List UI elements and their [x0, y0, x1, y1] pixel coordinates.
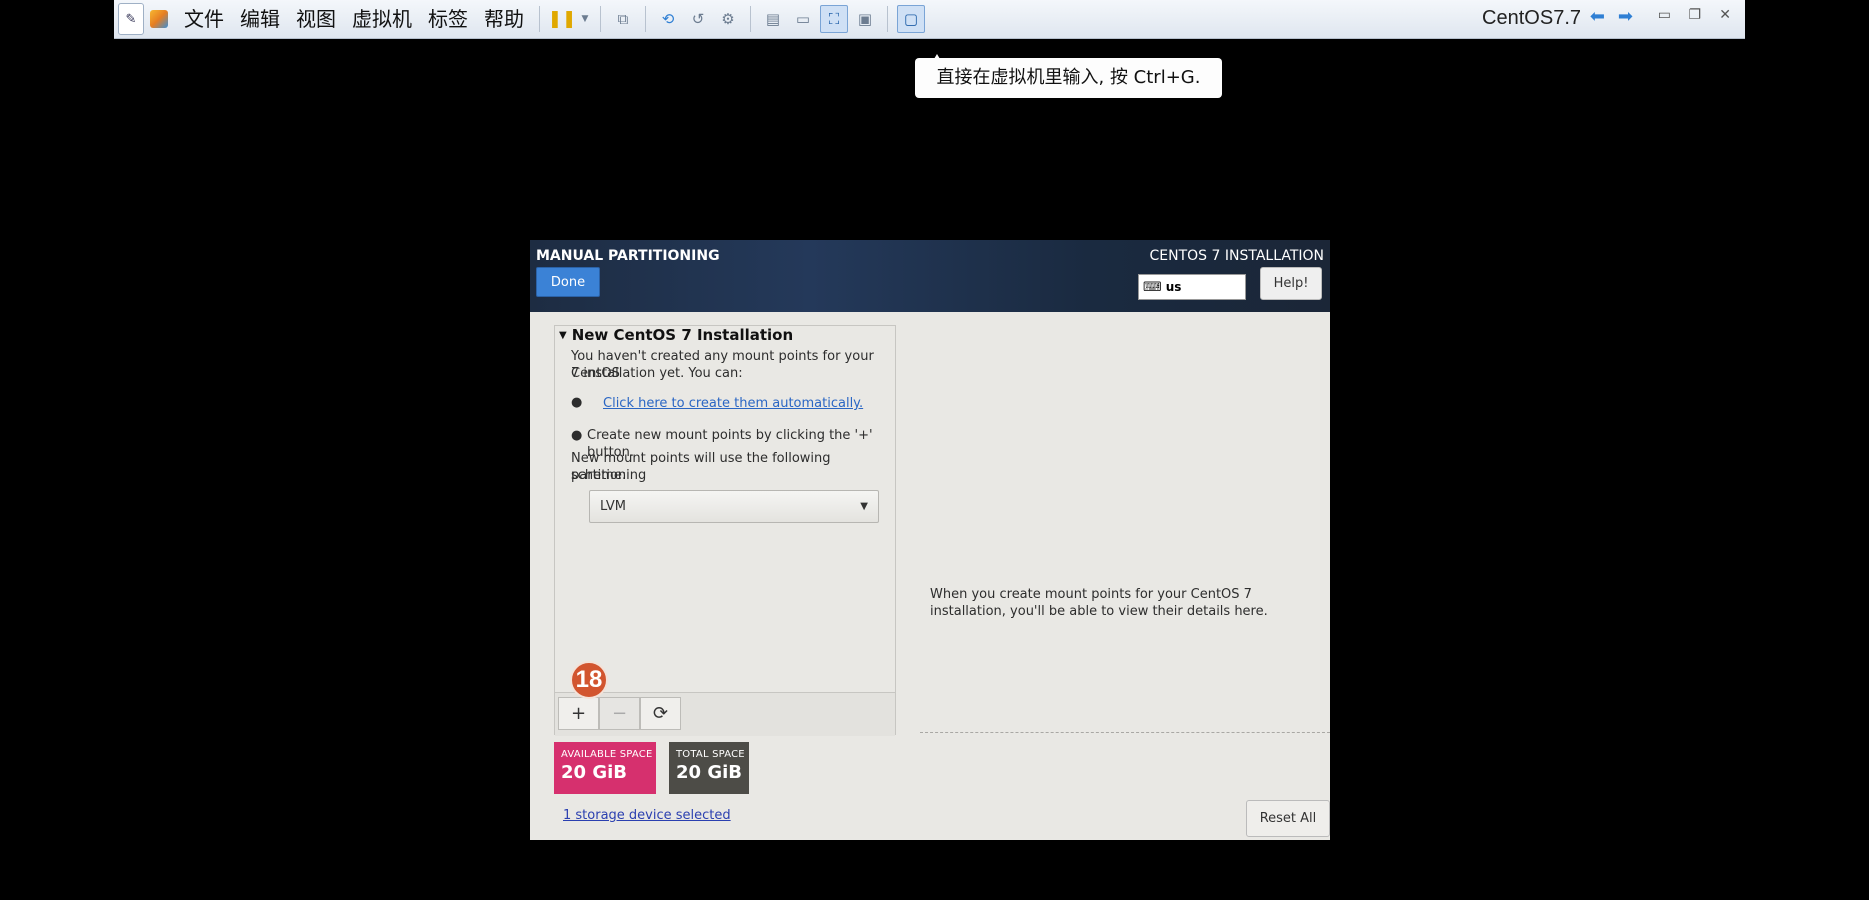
vm-toolbar: ✎ 文件 编辑 视图 虚拟机 标签 帮助 ❚❚ ▼ ⧉ ⟲ ↺ ⚙ ▤ ▭ ⛶ … — [114, 0, 1745, 39]
revert-snapshot-icon[interactable]: ↺ — [685, 6, 711, 32]
close-icon[interactable]: ✕ — [1719, 7, 1731, 23]
refresh-button[interactable]: ⟳ — [640, 697, 681, 730]
sidebar-icon[interactable]: ▤ — [760, 6, 786, 32]
dropdown-arrow-icon: ▼ — [860, 501, 868, 512]
mount-points-panel: ▼ New CentOS 7 Installation You haven't … — [554, 325, 896, 736]
arrow-right-icon[interactable]: ➡ — [1618, 6, 1633, 27]
add-mount-point-button[interactable]: + — [558, 697, 599, 730]
installation-group-title: New CentOS 7 Installation — [571, 326, 794, 344]
reset-all-button[interactable]: Reset All — [1246, 800, 1330, 837]
available-space-value: 20 GiB — [561, 762, 627, 783]
intro-text-line2: 7 installation yet. You can: — [571, 366, 743, 381]
toolbar-divider — [887, 6, 888, 32]
installer-window: MANUAL PARTITIONING Done CENTOS 7 INSTAL… — [530, 240, 1330, 840]
details-divider — [920, 732, 1330, 733]
available-space-label: AVAILABLE SPACE — [561, 749, 653, 760]
available-space-box: AVAILABLE SPACE 20 GiB — [554, 742, 656, 794]
vmware-app-icon — [150, 10, 168, 28]
input-hint-tooltip: 直接在虚拟机里输入, 按 Ctrl+G. — [915, 54, 1222, 98]
snapshot-icon[interactable]: ⟲ — [655, 6, 681, 32]
menu-tabs[interactable]: 标签 — [420, 3, 476, 35]
product-title: CENTOS 7 INSTALLATION — [1149, 248, 1324, 264]
console-view-icon[interactable]: ▢ — [897, 5, 925, 33]
keyboard-layout-indicator[interactable]: ⌨ us — [1138, 274, 1246, 300]
installation-group-header[interactable]: ▼ New CentOS 7 Installation — [559, 326, 793, 344]
pause-icon[interactable]: ❚❚ — [548, 6, 577, 32]
vm-title: CentOS7.7 — [1482, 7, 1581, 29]
toolbar-divider — [539, 6, 540, 32]
thumbnail-icon[interactable]: ▭ — [790, 6, 816, 32]
pin-icon[interactable]: ✎ — [118, 3, 144, 35]
storage-devices-link[interactable]: 1 storage device selected — [563, 808, 731, 823]
network-icon[interactable]: ⧉ — [610, 6, 636, 32]
menu-file[interactable]: 文件 — [176, 3, 232, 35]
installer-header: MANUAL PARTITIONING Done CENTOS 7 INSTAL… — [530, 240, 1330, 312]
chevron-down-icon[interactable]: ▼ — [579, 6, 591, 32]
fullscreen-icon[interactable]: ⛶ — [820, 5, 848, 33]
restore-icon[interactable]: ❐ — [1688, 7, 1701, 23]
keyboard-layout-value: us — [1165, 280, 1182, 294]
expander-down-icon[interactable]: ▼ — [559, 330, 567, 341]
partitioning-scheme-value: LVM — [600, 499, 626, 514]
toolbar-divider — [600, 6, 601, 32]
total-space-value: 20 GiB — [676, 762, 742, 783]
scheme-text-line2: scheme: — [571, 468, 627, 483]
total-space-box: TOTAL SPACE 20 GiB — [669, 742, 749, 794]
unity-icon[interactable]: ▣ — [852, 6, 878, 32]
menu-view[interactable]: 视图 — [288, 3, 344, 35]
remove-mount-point-button[interactable]: − — [599, 697, 640, 730]
arrow-left-icon[interactable]: ⬅ — [1590, 6, 1605, 27]
vm-menu-bar: 文件 编辑 视图 虚拟机 标签 帮助 — [176, 3, 532, 35]
page-title: MANUAL PARTITIONING — [536, 248, 720, 264]
create-automatically-link[interactable]: Click here to create them automatically. — [603, 396, 863, 411]
menu-help[interactable]: 帮助 — [476, 3, 532, 35]
snapshot-manager-icon[interactable]: ⚙ — [715, 6, 741, 32]
step-number-badge: 18 — [570, 661, 608, 699]
minimize-icon[interactable]: ▭ — [1658, 7, 1671, 23]
done-button[interactable]: Done — [536, 267, 600, 297]
keyboard-icon: ⌨ — [1143, 279, 1162, 295]
total-space-label: TOTAL SPACE — [676, 749, 745, 760]
toolbar-divider — [645, 6, 646, 32]
menu-vm[interactable]: 虚拟机 — [344, 3, 420, 35]
help-button[interactable]: Help! — [1260, 267, 1322, 300]
menu-edit[interactable]: 编辑 — [232, 3, 288, 35]
details-placeholder-text: When you create mount points for your Ce… — [930, 587, 1268, 619]
mount-point-toolbar: + − ⟳ — [555, 692, 895, 736]
toolbar-divider — [750, 6, 751, 32]
bullet-icon: ● — [571, 428, 583, 443]
partitioning-scheme-select[interactable]: LVM ▼ — [589, 490, 879, 523]
bullet-icon: ● — [571, 395, 583, 410]
